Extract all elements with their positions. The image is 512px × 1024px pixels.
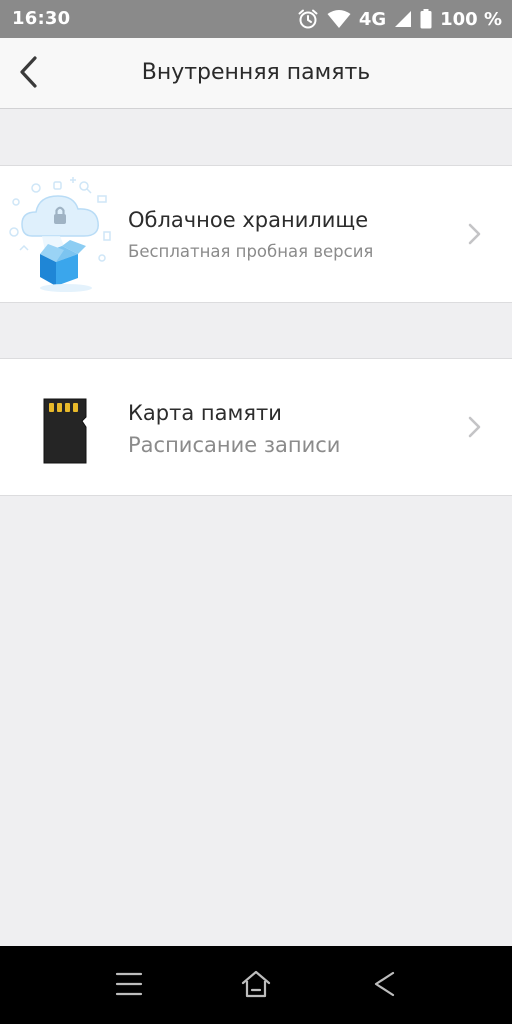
status-time: 16:30 bbox=[12, 8, 71, 29]
item-title: Карта памяти bbox=[128, 401, 282, 425]
home-icon bbox=[241, 970, 271, 1002]
back-triangle-icon bbox=[372, 970, 396, 1002]
cloud-storage-icon bbox=[6, 174, 118, 294]
item-title: Облачное хранилище bbox=[128, 208, 369, 232]
item-subtitle: Расписание записи bbox=[128, 433, 341, 457]
signal-icon bbox=[394, 10, 412, 28]
battery-icon bbox=[420, 9, 432, 29]
network-type: 4G bbox=[358, 8, 387, 30]
system-back-button[interactable] bbox=[366, 968, 402, 1004]
page-title: Внутренняя память bbox=[141, 60, 371, 85]
status-bar: 16:30 4G 100 % bbox=[0, 0, 512, 38]
item-subtitle: Бесплатная пробная версия bbox=[128, 242, 374, 261]
alarm-icon bbox=[297, 8, 319, 30]
wifi-icon bbox=[327, 9, 351, 29]
chevron-right-icon bbox=[466, 415, 482, 439]
menu-button[interactable] bbox=[111, 968, 147, 1004]
battery-level: 100 % bbox=[440, 8, 502, 30]
menu-icon bbox=[115, 971, 143, 1001]
chevron-right-icon bbox=[466, 222, 482, 246]
status-icons: 4G 100 % bbox=[297, 7, 502, 31]
navigation-bar bbox=[0, 946, 512, 1024]
home-button[interactable] bbox=[238, 968, 274, 1004]
memory-card-item[interactable]: Карта памяти Расписание записи bbox=[0, 358, 512, 496]
cloud-storage-item[interactable]: Облачное хранилище Бесплатная пробная ве… bbox=[0, 165, 512, 303]
header: Внутренняя память bbox=[0, 38, 512, 109]
sd-card-icon bbox=[6, 367, 118, 487]
